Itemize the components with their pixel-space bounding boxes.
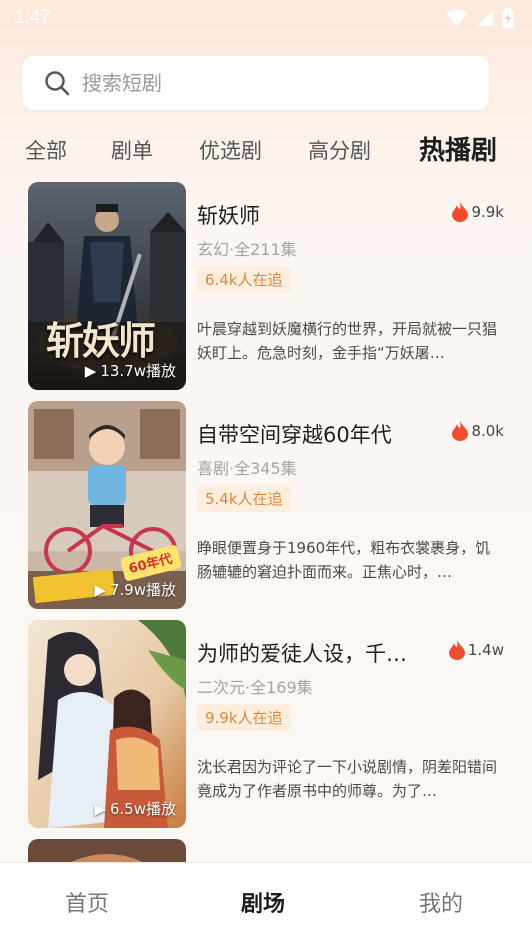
heat-badge: 8.0k bbox=[452, 421, 504, 441]
heat-badge: 1.4w bbox=[448, 640, 504, 660]
search-icon bbox=[45, 71, 70, 96]
heat-value: 9.9k bbox=[471, 203, 504, 221]
poster-image bbox=[28, 401, 186, 609]
battery-icon bbox=[502, 8, 514, 28]
search-bar[interactable] bbox=[22, 56, 489, 110]
search-input[interactable] bbox=[82, 71, 462, 95]
flame-icon bbox=[452, 421, 469, 441]
drama-meta: 二次元·全169集 bbox=[197, 678, 313, 697]
drama-poster[interactable]: 60年代 ▶ 7.9w播放 bbox=[28, 401, 186, 609]
chasing-badge: 9.9k人在追 bbox=[197, 704, 291, 731]
chasing-badge: 6.4k人在追 bbox=[197, 266, 291, 293]
drama-card[interactable]: 60年代 ▶ 7.9w播放 自带空间穿越60年代 8.0k 喜剧·全345集 5… bbox=[0, 401, 532, 609]
drama-description: 叶晨穿越到妖魔横行的世界，开局就被一只猖妖盯上。危急时刻，金手指“万妖屠… bbox=[197, 320, 498, 362]
status-bar: 1:47 bbox=[0, 0, 532, 36]
drama-description: 睁眼便置身于1960年代，粗布衣裳裹身，饥肠辘辘的窘迫扑面而来。正焦心时，… bbox=[197, 539, 491, 581]
drama-card[interactable]: 斩妖师 ▶ 13.7w播放 斩妖师 9.9k 玄幻·全211集 6.4k人在追 … bbox=[0, 182, 532, 390]
tab-playlists[interactable]: 剧单 bbox=[111, 130, 153, 172]
tab-all[interactable]: 全部 bbox=[25, 130, 67, 172]
nav-me[interactable]: 我的 bbox=[419, 863, 463, 946]
heat-value: 8.0k bbox=[471, 422, 504, 440]
flame-icon bbox=[448, 640, 465, 660]
nav-theater[interactable]: 剧场 bbox=[241, 863, 285, 946]
play-count: ▶ 6.5w播放 bbox=[94, 798, 176, 819]
drama-card[interactable]: ▶ 6.5w播放 为师的爱徒人设，千… 1.4w 二次元·全169集 9.9k人… bbox=[0, 620, 532, 828]
wifi-icon bbox=[446, 9, 468, 26]
category-tabs: 全部 剧单 优选剧 高分剧 热播剧 bbox=[0, 130, 532, 172]
status-time: 1:47 bbox=[14, 7, 51, 28]
tab-high-rated[interactable]: 高分剧 bbox=[308, 130, 371, 172]
play-icon: ▶ bbox=[84, 361, 97, 380]
bottom-nav: 首页 剧场 我的 bbox=[0, 862, 532, 946]
nav-home[interactable]: 首页 bbox=[65, 863, 109, 946]
heat-value: 1.4w bbox=[467, 641, 504, 659]
heat-badge: 9.9k bbox=[452, 202, 504, 222]
signal-icon bbox=[477, 10, 493, 26]
drama-meta: 喜剧·全345集 bbox=[197, 459, 297, 478]
play-icon: ▶ bbox=[94, 799, 106, 818]
drama-title[interactable]: 斩妖师 bbox=[197, 200, 429, 230]
drama-poster[interactable]: 斩妖师 ▶ 13.7w播放 bbox=[28, 182, 186, 390]
tab-hot[interactable]: 热播剧 bbox=[419, 130, 497, 172]
flame-icon bbox=[452, 202, 469, 222]
play-count-label: 7.9w播放 bbox=[109, 581, 176, 599]
chasing-badge: 5.4k人在追 bbox=[197, 485, 291, 512]
drama-description: 沈长君因为评论了一下小说剧情，阴差阳错间竟成为了作者原书中的师尊。为了… bbox=[197, 758, 498, 800]
drama-meta: 玄幻·全211集 bbox=[197, 240, 297, 259]
play-icon: ▶ bbox=[94, 580, 106, 599]
poster-title: 斩妖师 bbox=[46, 318, 156, 363]
tab-selected[interactable]: 优选剧 bbox=[199, 130, 262, 172]
play-count-label: 13.7w播放 bbox=[100, 362, 176, 380]
poster-image bbox=[28, 620, 186, 828]
play-count-label: 6.5w播放 bbox=[109, 800, 176, 818]
drama-poster[interactable]: ▶ 6.5w播放 bbox=[28, 620, 186, 828]
play-count: ▶ 13.7w播放 bbox=[85, 360, 176, 381]
status-icons bbox=[446, 8, 514, 28]
drama-title[interactable]: 为师的爱徒人设，千… bbox=[197, 638, 429, 668]
drama-title[interactable]: 自带空间穿越60年代 bbox=[197, 419, 429, 449]
play-count: ▶ 7.9w播放 bbox=[94, 579, 176, 600]
